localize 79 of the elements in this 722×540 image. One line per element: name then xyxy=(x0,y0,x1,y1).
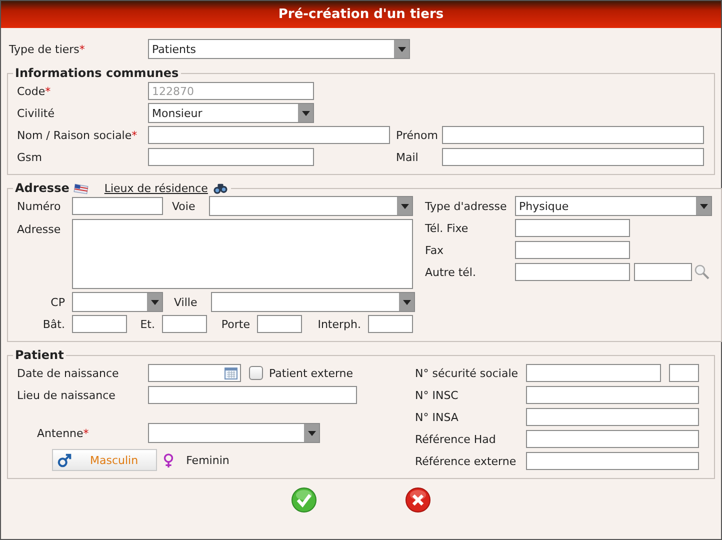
field-label: Fax xyxy=(425,244,445,256)
field-label: Et. xyxy=(139,318,156,330)
dialog-title: Pré-création d'un tiers xyxy=(1,1,721,28)
field-label: Bât. xyxy=(42,318,66,330)
field-label: Type d'adresse xyxy=(425,200,508,212)
caret-icon xyxy=(397,197,412,215)
field-label: Adresse xyxy=(17,222,62,236)
bat-field[interactable] xyxy=(72,315,127,333)
field-label: Civilité xyxy=(17,106,56,120)
caret-icon xyxy=(399,293,414,311)
caret-icon xyxy=(147,293,162,311)
confirm-button[interactable] xyxy=(291,487,317,513)
field-label: CP xyxy=(50,296,66,308)
field-label: Gsm xyxy=(17,150,43,164)
insc-field[interactable] xyxy=(526,386,699,404)
type-adresse-dropdown[interactable]: Physique xyxy=(515,196,712,216)
field-label: Porte xyxy=(220,318,251,330)
field-label: Type de tiers* xyxy=(9,42,86,56)
caret-icon xyxy=(696,197,711,215)
search-icon[interactable] xyxy=(694,264,710,280)
male-symbol-icon xyxy=(57,452,72,468)
checkbox-label: Patient externe xyxy=(269,366,354,380)
field-label: Prénom xyxy=(396,128,439,142)
field-label: Autre tél. xyxy=(425,266,477,278)
numero-field[interactable] xyxy=(72,197,163,215)
date-field[interactable] xyxy=(148,364,241,382)
binoculars-icon xyxy=(212,182,229,194)
prenom-field[interactable] xyxy=(442,126,704,144)
securite-sociale-field[interactable] xyxy=(526,364,661,382)
patient-externe-checkbox[interactable] xyxy=(249,366,263,380)
lieux-de-residence-link[interactable]: Lieux de résidence xyxy=(104,182,208,194)
field-label: N° sécurité sociale xyxy=(415,366,520,380)
interph-field[interactable] xyxy=(368,315,413,333)
field-label: Tél. Fixe xyxy=(425,222,470,234)
et-field[interactable] xyxy=(162,315,207,333)
extension-field[interactable] xyxy=(634,263,692,281)
field-label: Interph. xyxy=(316,318,362,330)
field-label: Code* xyxy=(17,84,52,98)
field-label: Numéro xyxy=(17,200,62,212)
ref-externe-field[interactable] xyxy=(526,452,699,470)
autre-tel-field[interactable] xyxy=(515,263,630,281)
field-label: Référence Had xyxy=(415,432,497,446)
cle-field[interactable] xyxy=(669,364,699,382)
field-label: N° INSC xyxy=(415,388,460,402)
insa-field[interactable] xyxy=(526,408,699,426)
field-label: Voie xyxy=(172,200,196,212)
flag-icon xyxy=(73,182,90,194)
mail-field[interactable] xyxy=(442,148,704,166)
type-de-tiers-dropdown[interactable]: Patients xyxy=(148,39,410,59)
voie-dropdown[interactable] xyxy=(209,196,413,216)
caret-icon xyxy=(298,104,313,122)
field-label: N° INSA xyxy=(415,410,460,424)
gender-option[interactable]: Feminin xyxy=(157,449,234,471)
civilite-dropdown[interactable]: Monsieur xyxy=(148,103,314,123)
cp-dropdown[interactable] xyxy=(72,292,163,312)
caret-icon xyxy=(304,424,319,442)
antenne-dropdown[interactable] xyxy=(148,423,320,443)
field-label: Antenne* xyxy=(37,426,90,440)
caret-icon xyxy=(394,40,409,58)
ville-dropdown[interactable] xyxy=(211,292,415,312)
adresse-textarea[interactable] xyxy=(72,219,413,289)
field-label: Date de naissance xyxy=(17,366,120,380)
section-legend: Informations communes xyxy=(13,66,181,80)
section-legend: Patient xyxy=(13,348,66,362)
field-label: Ville xyxy=(174,296,198,308)
cancel-button[interactable] xyxy=(405,487,431,513)
field-label: Mail xyxy=(396,150,420,164)
lieu-naissance-field[interactable] xyxy=(148,386,357,404)
calendar-icon[interactable] xyxy=(224,366,238,380)
gsm-field[interactable] xyxy=(148,148,314,166)
field-label: Nom / Raison sociale* xyxy=(17,128,138,142)
section-legend: Adresse xyxy=(15,181,70,195)
fax-field[interactable] xyxy=(515,241,630,259)
field-label: Lieu de naissance xyxy=(17,388,116,402)
ref-had-field[interactable] xyxy=(526,430,699,448)
tel-fixe-field[interactable] xyxy=(515,219,630,237)
field-label: Référence externe xyxy=(415,454,518,468)
nom-field[interactable] xyxy=(148,126,390,144)
porte-field[interactable] xyxy=(257,315,302,333)
